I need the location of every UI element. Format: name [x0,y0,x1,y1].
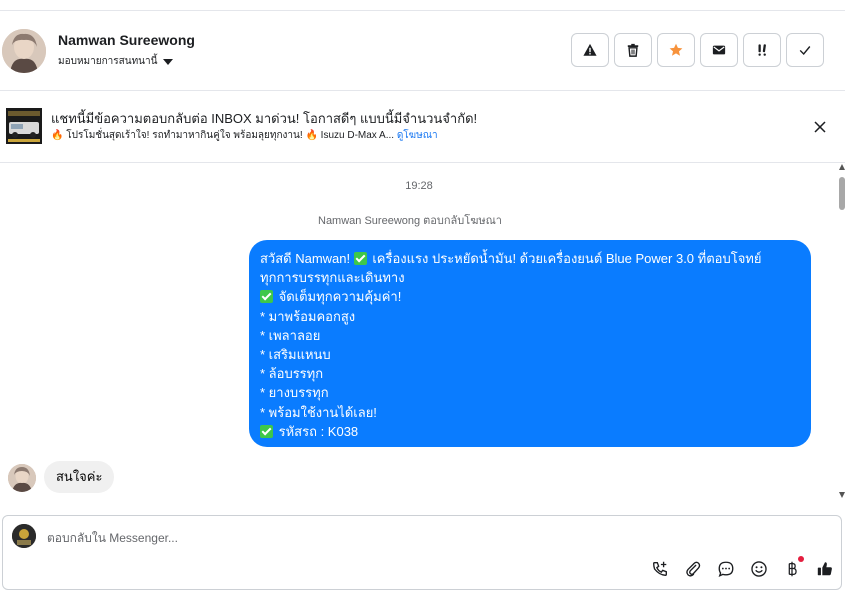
message-line: รหัสรถ : K038 [260,422,799,441]
ad-reply-note: Namwan Sureewong ตอบกลับโฆษณา [318,215,502,227]
chevron-down-icon[interactable] [163,58,174,65]
call-button[interactable] [649,558,671,580]
assign-conversation[interactable]: มอบหมายการสนทนานี้ [58,54,174,69]
message-line: * ยางบรรทุก [260,385,329,401]
envelope-icon [712,45,726,55]
notification-dot [798,556,804,562]
banner-title: แชทนี้มีข้อความตอบกลับต่อ INBOX มาด่วน! … [51,111,478,126]
follow-up-button[interactable] [743,33,781,67]
conversation-header: Namwan Sureewong มอบหมายการสนทนานี้ [0,11,845,91]
warning-icon [583,43,597,56]
message-line: * เสริมแหนบ [260,347,331,363]
thumbs-up-icon [817,562,832,576]
saved-replies-button[interactable] [715,558,737,580]
like-button[interactable] [814,558,836,580]
view-ad-link[interactable]: ดูโฆษณา [397,130,438,141]
emoji-button[interactable] [748,558,770,580]
baht-icon [788,561,797,577]
scroll-up-arrow-icon[interactable] [839,164,845,170]
ad-reply-banner: แชทนี้มีข้อความตอบกลับต่อ INBOX มาด่วน! … [0,92,845,163]
payment-button[interactable] [781,556,804,580]
check-emoji-icon [260,424,273,438]
close-banner-button[interactable] [810,117,830,137]
chat-bubble-icon [718,561,734,577]
mark-unread-button[interactable] [700,33,738,67]
phone-add-icon [653,561,667,576]
assign-label: มอบหมายการสนทนานี้ [58,56,158,67]
ad-thumbnail[interactable] [6,108,42,144]
conversation-actions [571,33,824,67]
follow-up-icon [758,44,766,56]
message-line: จัดเต็มทุกความคุ้มค่า! [260,287,799,306]
outgoing-message[interactable]: สวัสดี Namwan! เครื่องแรง ประหยัดน้ำมัน!… [249,240,811,447]
incoming-message[interactable]: สนใจค่ะ [44,461,115,493]
message-line: * เพลาลอย [260,327,321,343]
check-icon [799,46,811,55]
message-line: * มาพร้อมคอกสูง [260,308,356,324]
composer-toolbar [649,556,836,580]
paperclip-icon [686,561,701,577]
check-emoji-icon [260,290,273,304]
check-emoji-icon [353,252,367,265]
close-icon [814,121,826,133]
message-thread: 19:28 Namwan Sureewong ตอบกลับโฆษณา สวัส… [0,164,845,510]
message-line: * พร้อมใช้งานได้เลย! [260,404,377,420]
emoji-icon [751,561,767,577]
page-avatar [12,524,36,548]
attach-button[interactable] [682,558,704,580]
message-timestamp: 19:28 [405,180,433,192]
contact-avatar[interactable] [2,29,46,73]
star-button[interactable] [657,33,695,67]
delete-button[interactable] [614,33,652,67]
message-line: ทุกการบรรทุกและเดินทาง [260,270,405,286]
trash-icon [627,43,639,57]
star-icon [669,43,683,56]
reply-input[interactable] [47,528,647,548]
message-line: สวัสดี Namwan! เครื่องแรง ประหยัดน้ำมัน!… [260,251,762,266]
chat-scrollbar[interactable] [838,164,845,504]
contact-name[interactable]: Namwan Sureewong [58,32,195,48]
message-line: * ล้อบรรทุก [260,366,324,382]
report-spam-button[interactable] [571,33,609,67]
mark-done-button[interactable] [786,33,824,67]
sender-avatar[interactable] [8,464,36,492]
ad-preview-text: 🔥 โปรโมชั่นสุดเร้าใจ! รถทำมาหากินคู่ใจ พ… [51,130,395,141]
scroll-down-arrow-icon[interactable] [839,492,845,498]
message-composer [2,515,842,590]
scrollbar-thumb[interactable] [839,177,845,210]
banner-subtitle: 🔥 โปรโมชั่นสุดเร้าใจ! รถทำมาหากินคู่ใจ พ… [51,128,438,143]
